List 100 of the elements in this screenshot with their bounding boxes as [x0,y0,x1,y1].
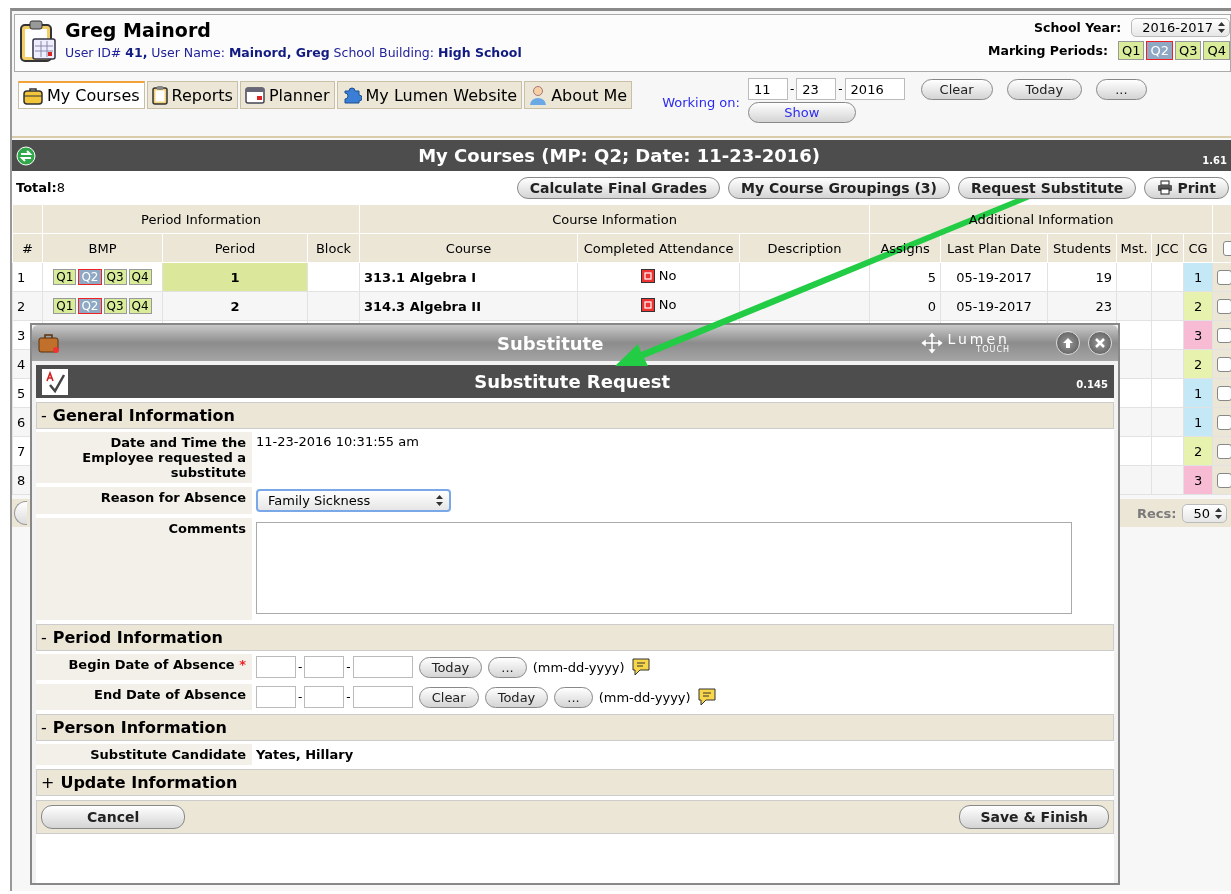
section-title: Person Information [52,718,227,737]
clipboard-calendar-icon [19,19,57,63]
close-button[interactable] [1088,331,1112,355]
toolbar-button[interactable]: Request Substitute [957,176,1137,199]
column-header: CG [1188,240,1208,256]
date-button[interactable]: Today [418,656,483,678]
person-icon [529,85,548,105]
date-separator: - [298,690,303,704]
marking-period-button[interactable]: Q4 [128,298,152,314]
courses-title: My Courses (MP: Q2; Date: 11-23-2016) [417,145,822,166]
marking-period-button[interactable]: Q3 [103,298,127,314]
row-checkbox[interactable] [1217,299,1231,314]
swap-icon[interactable] [16,145,36,166]
show-button[interactable]: Show [747,102,856,123]
row-checkbox[interactable] [1217,357,1231,372]
close-icon [1094,337,1106,349]
select-arrows-icon [1218,22,1225,33]
row-number: 1 [12,262,43,292]
total-count: Total:8 [16,180,65,195]
column-header: Block [315,240,352,256]
row-checkbox[interactable] [1217,270,1231,285]
section-toggle[interactable]: + [41,773,55,792]
printer-icon [1157,180,1174,195]
field-value: 11-23-2016 10:31:55 am [256,434,419,449]
date-field[interactable] [304,686,345,708]
section-header[interactable]: + Update Information [36,769,1114,796]
date-field[interactable]: 23 [796,78,837,100]
column-header: Students [1053,240,1111,256]
date-field[interactable]: 11 [747,78,788,100]
records-select[interactable]: 50 [1182,503,1227,523]
course-cell: 314.3 Algebra II [359,291,578,321]
marking-period-button[interactable]: Q4 [128,269,152,285]
row-checkbox[interactable] [1217,415,1231,430]
comments-field[interactable] [256,522,1072,614]
marking-period-button[interactable]: Q1 [53,269,77,285]
cancel-button[interactable]: Cancel [41,805,186,829]
tab[interactable]: About Me [524,81,633,109]
tab[interactable]: My Courses [18,81,145,109]
working-on-label: Working on: [662,95,740,110]
toolbar-button[interactable]: Calculate Final Grades [516,176,721,199]
marking-period-button[interactable]: Q3 [103,269,127,285]
records-label: Recs: [1136,505,1177,521]
toolbar-button[interactable]: Print [1144,176,1229,199]
date-button[interactable]: Clear [418,686,479,708]
section-header[interactable]: - General Information [36,402,1114,429]
marking-period-button[interactable]: Q3 [1174,41,1202,60]
reason-select[interactable]: Family Sickness [256,489,451,512]
section-header[interactable]: - Period Information [36,624,1114,651]
section-toggle[interactable]: - [41,718,47,737]
date-button[interactable]: ... [1096,78,1147,100]
date-separator: - [346,690,351,704]
puzzle-icon [341,85,362,105]
date-format-hint: (mm-dd-yyyy) [598,689,691,705]
marking-period-button[interactable]: Q4 [1203,41,1230,60]
user-name: Greg Mainord [65,19,212,41]
row-checkbox[interactable] [1217,328,1231,343]
date-button[interactable]: ... [488,656,527,678]
tab[interactable]: My Lumen Website [336,81,523,109]
row-checkbox[interactable] [1217,444,1231,459]
date-field[interactable] [256,686,296,708]
marking-period-button[interactable]: Q1 [1117,41,1145,60]
up-arrow-icon [1062,337,1074,349]
period-cell: 2 [162,291,308,321]
students-cell: 19 [1047,262,1117,292]
date-field[interactable] [304,656,345,678]
column-header: Completed Attendance [583,240,734,256]
date-field[interactable]: 2016 [844,78,905,100]
date-field[interactable] [352,656,413,678]
marking-period-button[interactable]: Q1 [53,298,77,314]
group-header: Course Information [552,211,677,227]
note-icon[interactable] [696,687,717,707]
collapse-button[interactable] [1056,331,1080,355]
user-info: User ID# 41, User Name: Mainord, Greg School Building: High School [65,45,522,60]
date-button[interactable]: ... [554,686,593,708]
section-toggle[interactable]: - [41,628,47,647]
section-toggle[interactable]: - [41,406,47,425]
section-header[interactable]: - Person Information [36,714,1114,741]
column-header: Last Plan Date [947,240,1042,256]
tab[interactable]: Reports [146,81,238,109]
date-button[interactable]: Today [484,686,549,708]
section-title: Period Information [52,628,223,647]
toolbar-button[interactable]: My Course Groupings (3) [728,176,950,199]
school-year-select[interactable]: 2016-2017 [1131,18,1230,37]
save-finish-button[interactable]: Save & Finish [959,805,1109,829]
note-icon[interactable] [630,657,651,677]
date-field[interactable] [352,686,413,708]
row-checkbox[interactable] [1217,473,1231,488]
date-button[interactable]: Clear [920,78,993,100]
field-value: Yates, Hillary [256,747,354,762]
date-field[interactable] [256,656,296,678]
spellcheck-icon [42,368,68,395]
date-button[interactable]: Today [1006,78,1083,100]
group-header: Period Information [141,211,261,227]
tab[interactable]: Planner [239,81,335,109]
briefcase-icon [38,332,60,354]
students-cell: 23 [1047,291,1117,321]
previous-page-button[interactable] [14,501,27,525]
move-arrows-icon [920,331,945,355]
school-year-label: School Year: [1034,20,1122,35]
row-checkbox[interactable] [1217,386,1231,401]
